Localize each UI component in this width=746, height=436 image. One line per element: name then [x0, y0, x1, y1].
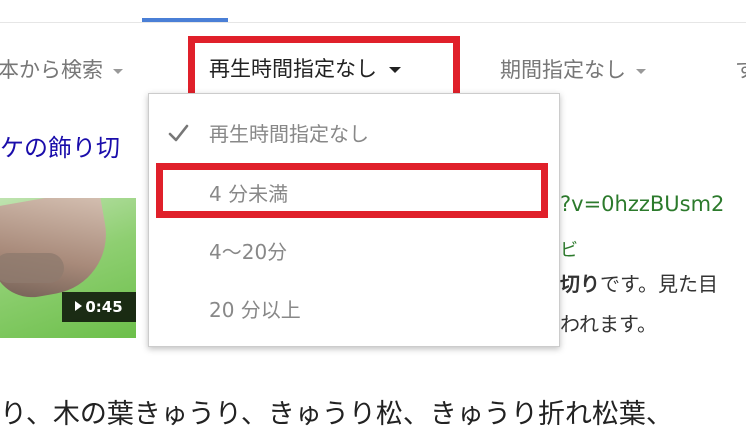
- period-filter-label: 期間指定なし: [500, 58, 626, 82]
- more-filter-label: す: [735, 58, 746, 82]
- chevron-down-icon: [113, 68, 123, 74]
- thumbnail-hand-shape: [0, 198, 116, 304]
- search-source-label: 本から検索: [0, 58, 103, 82]
- dropdown-item-4-to-20-min[interactable]: 4～20分: [209, 236, 287, 265]
- more-filter[interactable]: す: [735, 54, 746, 84]
- duration-filter-label: 再生時間指定なし: [209, 57, 377, 81]
- result-url: ?v=0hzzBUsm2: [560, 192, 725, 216]
- result-snippet-line-2: われます。: [560, 312, 657, 336]
- dropdown-item-no-duration[interactable]: 再生時間指定なし: [209, 118, 369, 147]
- video-thumbnail[interactable]: 0:45: [0, 198, 136, 338]
- snippet-bold: 切り: [560, 272, 600, 296]
- result-title-link[interactable]: ケの飾り切: [0, 128, 120, 163]
- duration-text: 0:45: [85, 298, 123, 316]
- snippet-rest: です。見た目: [600, 272, 718, 296]
- result-snippet-line-1: 切りです。見た目: [560, 268, 718, 297]
- search-source-filter[interactable]: 本から検索: [0, 54, 123, 84]
- chevron-down-icon: [636, 68, 646, 74]
- result-url-sub: ビ: [560, 240, 578, 261]
- checkmark-icon: [168, 124, 189, 142]
- header-divider: [0, 22, 746, 23]
- next-result-snippet: り、木の葉きゅうり、きゅうり松、きゅうり折れ松葉、: [0, 399, 673, 430]
- thumbnail-finger-shape: [0, 253, 64, 283]
- highlight-box: [156, 163, 548, 218]
- play-icon: [75, 301, 83, 311]
- dropdown-item-over-20-min[interactable]: 20 分以上: [209, 294, 301, 323]
- duration-dropdown-menu: 再生時間指定なし 4 分未満 4～20分 20 分以上: [148, 93, 560, 347]
- period-filter[interactable]: 期間指定なし: [500, 54, 646, 84]
- chevron-down-icon: [389, 67, 401, 73]
- duration-badge: 0:45: [62, 292, 136, 322]
